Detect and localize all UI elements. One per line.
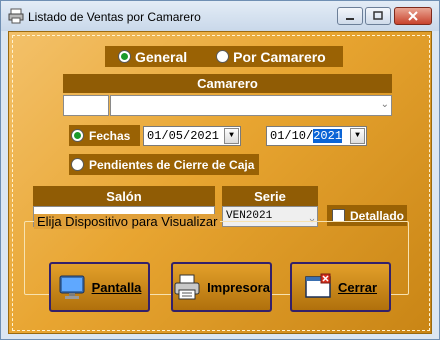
date-from-dropdown-button[interactable]: ▼: [224, 128, 239, 144]
monitor-icon: [58, 273, 86, 301]
impresora-label: Impresora: [207, 279, 270, 295]
date-to-prefix: 01/10/: [270, 129, 314, 143]
maximize-button[interactable]: [365, 7, 391, 25]
title-bar[interactable]: Listado de Ventas por Camarero: [1, 1, 439, 31]
camarero-header: Camarero: [63, 74, 392, 93]
por-camarero-label: Por Camarero: [233, 48, 326, 65]
pantalla-label: Pantalla: [91, 279, 142, 295]
date-to-year-selected: 2021: [313, 129, 343, 143]
por-camarero-radio[interactable]: [216, 50, 230, 63]
pendientes-radio[interactable]: [71, 158, 84, 171]
exit-icon: [304, 273, 332, 301]
general-radio[interactable]: [118, 50, 131, 63]
mode-selector: General Por Camarero: [105, 46, 343, 67]
close-icon: [408, 11, 418, 21]
general-label: General: [135, 48, 188, 65]
chevron-down-icon: ⌄: [380, 99, 389, 110]
camarero-code-input[interactable]: [63, 95, 109, 116]
cerrar-button[interactable]: Cerrar: [290, 262, 391, 312]
serie-header: Serie: [222, 186, 318, 206]
fechas-radio[interactable]: [71, 129, 84, 142]
close-button[interactable]: [394, 7, 432, 25]
maximize-icon: [373, 11, 383, 20]
app-window: Listado de Ventas por Camarero General P…: [0, 0, 440, 340]
impresora-button[interactable]: Impresora: [171, 262, 272, 312]
cerrar-label: Cerrar: [337, 279, 378, 295]
fechas-option: Fechas: [69, 125, 140, 146]
date-to-picker[interactable]: 01/10/2021 ▼: [266, 126, 367, 146]
printer-icon: [173, 273, 201, 301]
fechas-label: Fechas: [89, 128, 131, 143]
salon-header: Salón: [33, 186, 215, 206]
pantalla-button[interactable]: Pantalla: [49, 262, 150, 312]
pendientes-label: Pendientes de Cierre de Caja: [89, 157, 255, 172]
camarero-name-select[interactable]: ⌄: [110, 95, 392, 116]
printer-icon: [8, 8, 24, 24]
output-device-group-title: Elija Dispositivo para Visualizar: [34, 214, 221, 229]
minimize-icon: [346, 18, 354, 20]
date-from-value: 01/05/2021: [147, 129, 220, 143]
minimize-button[interactable]: [337, 7, 363, 25]
date-from-picker[interactable]: 01/05/2021 ▼: [143, 126, 241, 146]
date-to-dropdown-button[interactable]: ▼: [350, 128, 365, 144]
pendientes-option: Pendientes de Cierre de Caja: [69, 154, 259, 175]
window-title: Listado de Ventas por Camarero: [28, 10, 201, 24]
